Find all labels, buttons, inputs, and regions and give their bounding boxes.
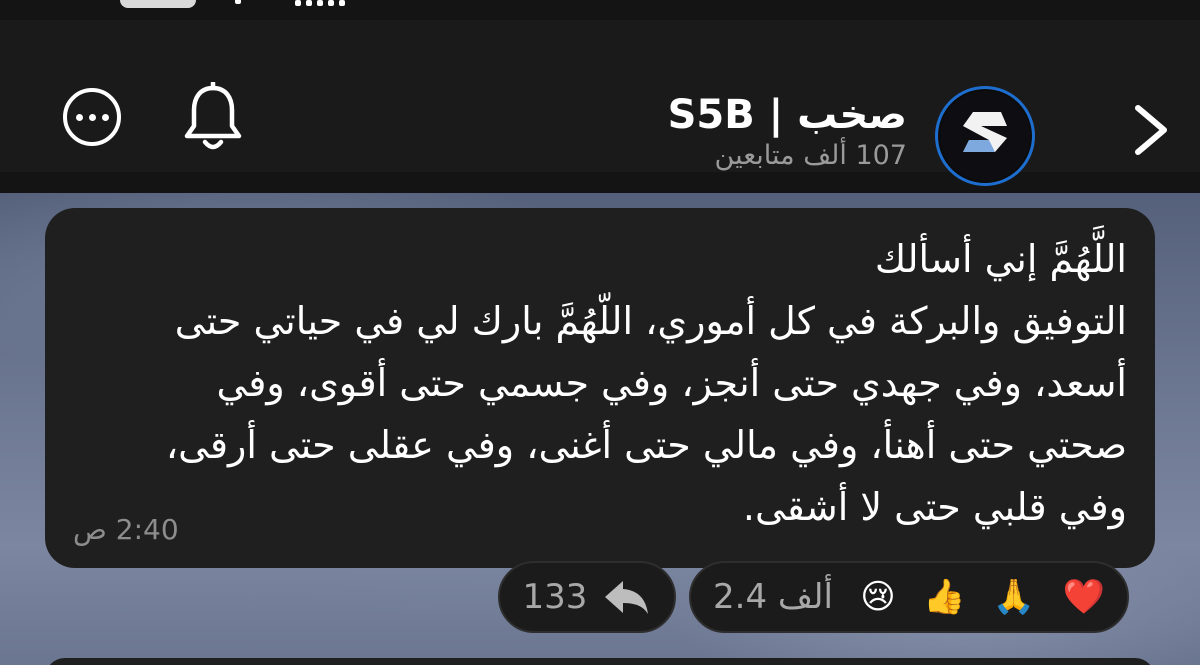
reaction-count: 2.4 ألف — [713, 577, 833, 617]
praying-hands-icon[interactable]: 🙏 — [993, 580, 1035, 614]
channel-header: صخب | S5B 107 ألف متابعين — [0, 20, 1200, 186]
battery-icon — [120, 0, 196, 8]
message-text: اللَّهُمَّ إني أسألك التوفيق والبركة في … — [87, 228, 1127, 538]
status-bar — [0, 0, 1200, 20]
more-options-icon[interactable] — [63, 88, 121, 146]
message-time: 2:40 ص — [73, 513, 179, 546]
channel-avatar[interactable] — [935, 86, 1035, 186]
message-bubble[interactable]: اللَّهُمَّ إني أسألك التوفيق والبركة في … — [45, 208, 1155, 568]
share-count: 133 — [522, 577, 588, 617]
heart-icon[interactable]: ❤️ — [1063, 580, 1105, 614]
next-message-bubble[interactable] — [45, 658, 1155, 665]
chat-area: اللَّهُمَّ إني أسألك التوفيق والبركة في … — [0, 193, 1200, 665]
follower-count: 107 ألف متابعين — [714, 140, 907, 171]
signal-bar-icon — [328, 0, 334, 6]
message-line: صحتي حتى أهنأ، وفي مالي حتى أغنى، وفي عق… — [165, 423, 1127, 467]
signal-bar-icon — [317, 0, 323, 6]
message-line: أسعد، وفي جهدي حتى أنجز، وفي جسمي حتى أق… — [216, 361, 1127, 405]
bell-icon[interactable] — [182, 82, 244, 154]
channel-logo-icon — [963, 112, 1007, 152]
thumbs-up-icon[interactable]: 👍 — [923, 580, 965, 614]
message-line: اللَّهُمَّ إني أسألك — [874, 237, 1127, 281]
reactions-bar[interactable]: 2.4 ألف 😢 👍 🙏 ❤️ — [689, 561, 1129, 633]
signal-icon — [235, 0, 241, 4]
share-button[interactable]: 133 — [498, 561, 676, 633]
message-line: التوفيق والبركة في كل أموري، اللّهُمَّ ب… — [174, 299, 1127, 343]
channel-name[interactable]: صخب | S5B — [668, 92, 907, 138]
crying-face-icon[interactable]: 😢 — [860, 580, 895, 614]
chevron-right-icon[interactable] — [1128, 102, 1172, 158]
share-arrow-icon — [605, 581, 649, 614]
signal-bar-icon — [339, 0, 345, 6]
message-line: وفي قلبي حتى لا أشقى. — [742, 485, 1127, 529]
signal-bar-icon — [295, 0, 301, 6]
signal-bar-icon — [306, 0, 312, 6]
